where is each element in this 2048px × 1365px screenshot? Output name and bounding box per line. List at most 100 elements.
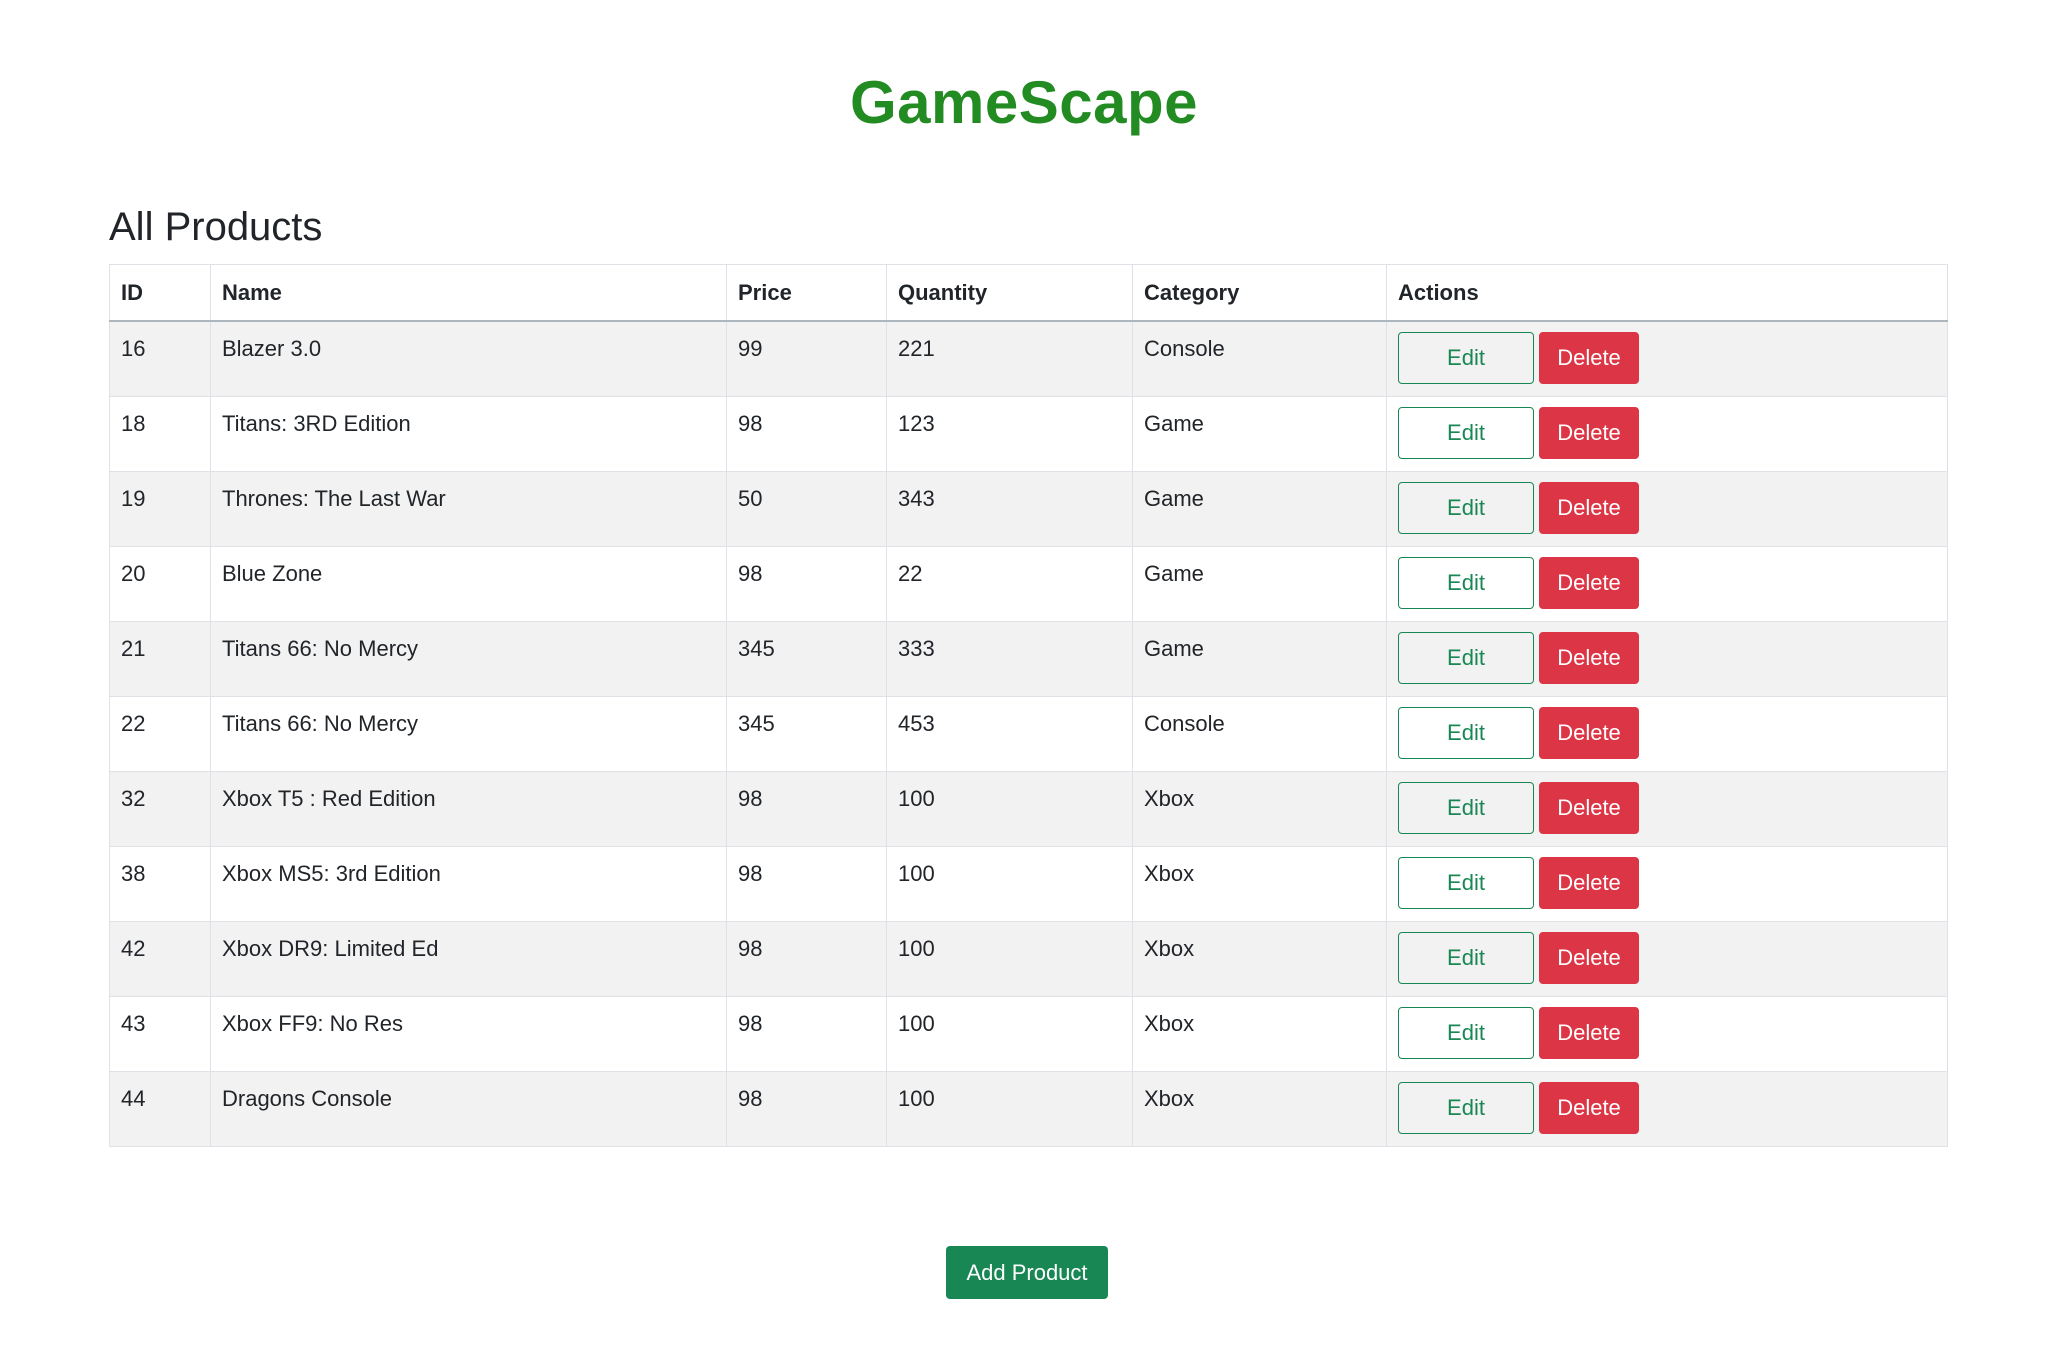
cell-quantity: 22 [886, 545, 1133, 622]
cell-quantity: 453 [886, 695, 1133, 772]
cell-actions: Edit Delete [1386, 1070, 1948, 1147]
cell-price: 345 [726, 695, 887, 772]
cell-quantity: 333 [886, 620, 1133, 697]
cell-actions: Edit Delete [1386, 920, 1948, 997]
cell-name: Xbox FF9: No Res [210, 995, 727, 1072]
edit-button[interactable]: Edit [1398, 631, 1534, 684]
cell-id: 44 [109, 1070, 211, 1147]
cell-name: Titans 66: No Mercy [210, 620, 727, 697]
table-row: 38 Xbox MS5: 3rd Edition 98 100 Xbox Edi… [109, 845, 1948, 922]
cell-quantity: 100 [886, 1070, 1133, 1147]
cell-actions: Edit Delete [1386, 620, 1948, 697]
table-row: 19 Thrones: The Last War 50 343 Game Edi… [109, 470, 1948, 547]
cell-actions: Edit Delete [1386, 995, 1948, 1072]
table-row: 21 Titans 66: No Mercy 345 333 Game Edit… [109, 620, 1948, 697]
table-row: 20 Blue Zone 98 22 Game Edit Delete [109, 545, 1948, 622]
delete-button[interactable]: Delete [1539, 1006, 1639, 1059]
column-header-quantity: Quantity [886, 264, 1133, 322]
delete-button[interactable]: Delete [1539, 631, 1639, 684]
cell-category: Game [1132, 620, 1387, 697]
edit-button[interactable]: Edit [1398, 781, 1534, 834]
table-row: 42 Xbox DR9: Limited Ed 98 100 Xbox Edit… [109, 920, 1948, 997]
page-title: All Products [109, 205, 323, 249]
cell-actions: Edit Delete [1386, 845, 1948, 922]
delete-button[interactable]: Delete [1539, 856, 1639, 909]
cell-quantity: 100 [886, 995, 1133, 1072]
cell-name: Blazer 3.0 [210, 320, 727, 397]
edit-button[interactable]: Edit [1398, 856, 1534, 909]
column-header-actions: Actions [1386, 264, 1948, 322]
cell-price: 98 [726, 995, 887, 1072]
cell-price: 99 [726, 320, 887, 397]
cell-id: 42 [109, 920, 211, 997]
column-header-price: Price [726, 264, 887, 322]
cell-category: Xbox [1132, 995, 1387, 1072]
cell-category: Game [1132, 545, 1387, 622]
cell-actions: Edit Delete [1386, 545, 1948, 622]
cell-price: 98 [726, 920, 887, 997]
cell-price: 98 [726, 545, 887, 622]
products-table: ID Name Price Quantity Category Actions … [109, 264, 1948, 1147]
delete-button[interactable]: Delete [1539, 1081, 1639, 1134]
cell-actions: Edit Delete [1386, 320, 1948, 397]
cell-name: Thrones: The Last War [210, 470, 727, 547]
cell-id: 22 [109, 695, 211, 772]
cell-id: 19 [109, 470, 211, 547]
edit-button[interactable]: Edit [1398, 931, 1534, 984]
edit-button[interactable]: Edit [1398, 1006, 1534, 1059]
edit-button[interactable]: Edit [1398, 556, 1534, 609]
cell-name: Blue Zone [210, 545, 727, 622]
cell-category: Game [1132, 470, 1387, 547]
add-product-button[interactable]: Add Product [946, 1246, 1108, 1299]
column-header-category: Category [1132, 264, 1387, 322]
edit-button[interactable]: Edit [1398, 481, 1534, 534]
edit-button[interactable]: Edit [1398, 406, 1534, 459]
cell-quantity: 221 [886, 320, 1133, 397]
cell-name: Xbox MS5: 3rd Edition [210, 845, 727, 922]
cell-price: 98 [726, 395, 887, 472]
column-header-id: ID [109, 264, 211, 322]
cell-id: 20 [109, 545, 211, 622]
cell-id: 32 [109, 770, 211, 847]
cell-name: Xbox DR9: Limited Ed [210, 920, 727, 997]
cell-name: Dragons Console [210, 1070, 727, 1147]
edit-button[interactable]: Edit [1398, 332, 1534, 384]
cell-category: Game [1132, 395, 1387, 472]
cell-category: Xbox [1132, 845, 1387, 922]
cell-price: 98 [726, 770, 887, 847]
cell-price: 50 [726, 470, 887, 547]
delete-button[interactable]: Delete [1539, 706, 1639, 759]
cell-actions: Edit Delete [1386, 695, 1948, 772]
cell-name: Xbox T5 : Red Edition [210, 770, 727, 847]
cell-category: Xbox [1132, 920, 1387, 997]
delete-button[interactable]: Delete [1539, 556, 1639, 609]
table-row: 44 Dragons Console 98 100 Xbox Edit Delet… [109, 1070, 1948, 1147]
cell-id: 16 [109, 320, 211, 397]
column-header-name: Name [210, 264, 727, 322]
table-header: ID Name Price Quantity Category Actions [109, 264, 1948, 322]
edit-button[interactable]: Edit [1398, 706, 1534, 759]
cell-actions: Edit Delete [1386, 470, 1948, 547]
cell-price: 345 [726, 620, 887, 697]
edit-button[interactable]: Edit [1398, 1081, 1534, 1134]
cell-id: 21 [109, 620, 211, 697]
delete-button[interactable]: Delete [1539, 481, 1639, 534]
delete-button[interactable]: Delete [1539, 406, 1639, 459]
delete-button[interactable]: Delete [1539, 781, 1639, 834]
delete-button[interactable]: Delete [1539, 931, 1639, 984]
cell-price: 98 [726, 1070, 887, 1147]
cell-actions: Edit Delete [1386, 395, 1948, 472]
cell-quantity: 100 [886, 770, 1133, 847]
brand-title: GameScape [849, 69, 1199, 136]
table-row: 43 Xbox FF9: No Res 98 100 Xbox Edit Dele… [109, 995, 1948, 1072]
cell-category: Console [1132, 320, 1387, 397]
delete-button[interactable]: Delete [1539, 332, 1639, 384]
cell-quantity: 343 [886, 470, 1133, 547]
cell-price: 98 [726, 845, 887, 922]
table-row: 16 Blazer 3.0 99 221 Console Edit Delete [109, 320, 1948, 397]
cell-quantity: 100 [886, 845, 1133, 922]
table-body: 16 Blazer 3.0 99 221 Console Edit Delete … [109, 320, 1948, 1147]
cell-quantity: 123 [886, 395, 1133, 472]
cell-actions: Edit Delete [1386, 770, 1948, 847]
cell-category: Xbox [1132, 1070, 1387, 1147]
